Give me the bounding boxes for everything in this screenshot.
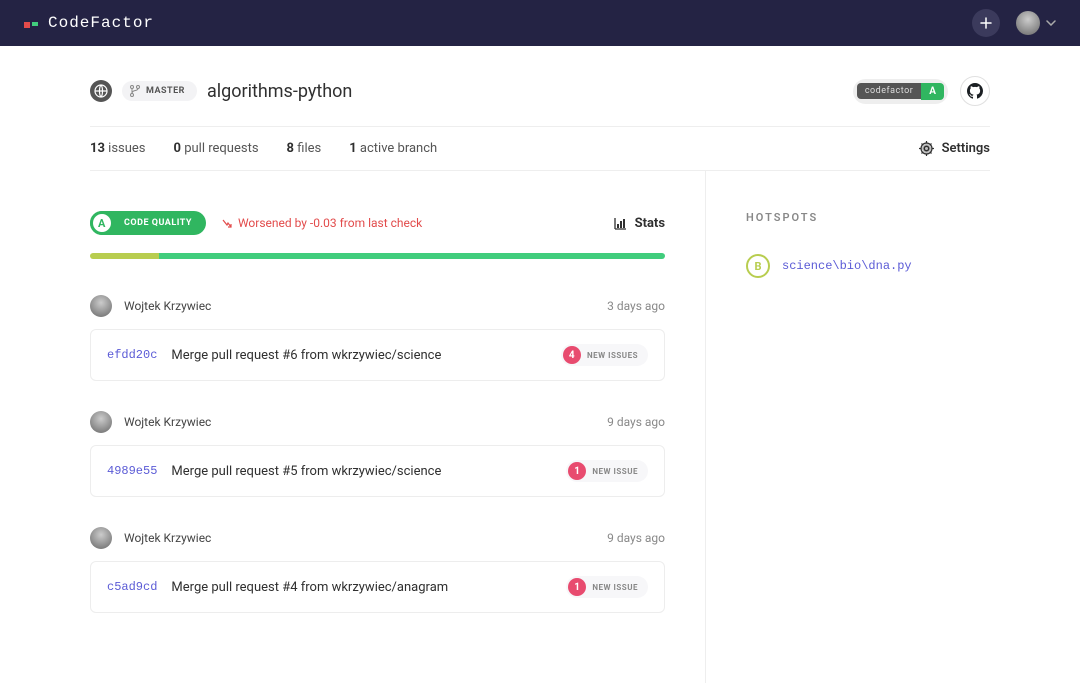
branch-icon [130,85,140,97]
branch-selector[interactable]: MASTER [122,81,197,101]
issues-count: 1 [568,462,586,480]
commit-list: Wojtek Krzywiec 3 days ago efdd20c Merge… [90,295,665,613]
hotspot-item[interactable]: B science\bio\dna.py [746,254,990,278]
issues-badge[interactable]: 1 NEW ISSUE [566,576,648,598]
commit-message: Merge pull request #6 from wkrzywiec/sci… [171,348,441,363]
github-link[interactable] [960,76,990,106]
commit-sha: 4989e55 [107,464,157,478]
quality-bar [90,253,665,259]
quality-grade: A [90,211,114,235]
hotspot-grade: B [746,254,770,278]
settings-label: Settings [942,141,990,156]
user-menu[interactable] [1016,11,1056,35]
commit-card[interactable]: c5ad9cd Merge pull request #4 from wkrzy… [90,561,665,613]
brand-text: CodeFactor [48,14,154,32]
stats-label: Stats [635,216,665,231]
add-button[interactable] [972,9,1000,37]
tab-issues[interactable]: 13 issues [90,141,146,156]
issues-count: 4 [563,346,581,364]
issues-label: NEW ISSUES [587,351,638,360]
gear-icon [919,141,934,156]
author-avatar [90,295,112,317]
chevron-down-icon [1046,20,1056,26]
grade-label: codefactor [857,83,921,99]
grade-badge[interactable]: codefactor A [853,79,948,104]
chart-icon [614,217,627,230]
commit-time: 9 days ago [607,531,665,545]
github-icon [967,83,983,99]
main-column: A CODE QUALITY Worsened by -0.03 from la… [90,171,706,683]
sidebar: HOTSPOTS B science\bio\dna.py [706,171,990,683]
commit-block: Wojtek Krzywiec 9 days ago 4989e55 Merge… [90,411,665,497]
trend-text: Worsened by -0.03 from last check [238,216,422,230]
author-name: Wojtek Krzywiec [124,531,211,545]
visibility-icon [90,80,112,102]
commit-message: Merge pull request #4 from wkrzywiec/ana… [171,580,448,595]
author-name: Wojtek Krzywiec [124,415,211,429]
grade-letter: A [921,83,944,100]
tab-pull-requests[interactable]: 0 pull requests [174,141,259,156]
commit-sha: efdd20c [107,348,157,362]
commit-sha: c5ad9cd [107,580,157,594]
brand-area[interactable]: CodeFactor [24,14,154,32]
commit-time: 3 days ago [607,299,665,313]
logo-icon [24,22,38,24]
page-header: MASTER algorithms-python codefactor A [90,46,990,126]
hotspots-title: HOTSPOTS [746,211,990,224]
plus-icon [980,17,992,29]
commit-block: Wojtek Krzywiec 9 days ago c5ad9cd Merge… [90,527,665,613]
repo-name: algorithms-python [207,81,352,102]
commit-message: Merge pull request #5 from wkrzywiec/sci… [171,464,441,479]
settings-link[interactable]: Settings [919,141,990,156]
author-avatar [90,411,112,433]
commit-author[interactable]: Wojtek Krzywiec [90,411,211,433]
tab-files[interactable]: 8 files [287,141,322,156]
hotspot-path: science\bio\dna.py [782,259,912,273]
code-quality-badge: A CODE QUALITY [90,211,206,235]
issues-badge[interactable]: 1 NEW ISSUE [566,460,648,482]
tab-bar: 13 issues 0 pull requests 8 files 1 acti… [90,126,990,171]
quality-label: CODE QUALITY [124,218,192,228]
commit-card[interactable]: efdd20c Merge pull request #6 from wkrzy… [90,329,665,381]
commit-time: 9 days ago [607,415,665,429]
commit-author[interactable]: Wojtek Krzywiec [90,527,211,549]
tab-branches[interactable]: 1 active branch [349,141,437,156]
issues-badge[interactable]: 4 NEW ISSUES [561,344,648,366]
user-avatar [1016,11,1040,35]
topbar: CodeFactor [0,0,1080,46]
author-name: Wojtek Krzywiec [124,299,211,313]
issues-label: NEW ISSUE [592,467,638,476]
commit-block: Wojtek Krzywiec 3 days ago efdd20c Merge… [90,295,665,381]
commit-card[interactable]: 4989e55 Merge pull request #5 from wkrzy… [90,445,665,497]
trend-indicator: Worsened by -0.03 from last check [222,216,422,230]
trend-down-icon [222,218,232,228]
commit-author[interactable]: Wojtek Krzywiec [90,295,211,317]
stats-link[interactable]: Stats [614,216,665,231]
branch-name: MASTER [146,86,185,96]
author-avatar [90,527,112,549]
issues-label: NEW ISSUE [592,583,638,592]
